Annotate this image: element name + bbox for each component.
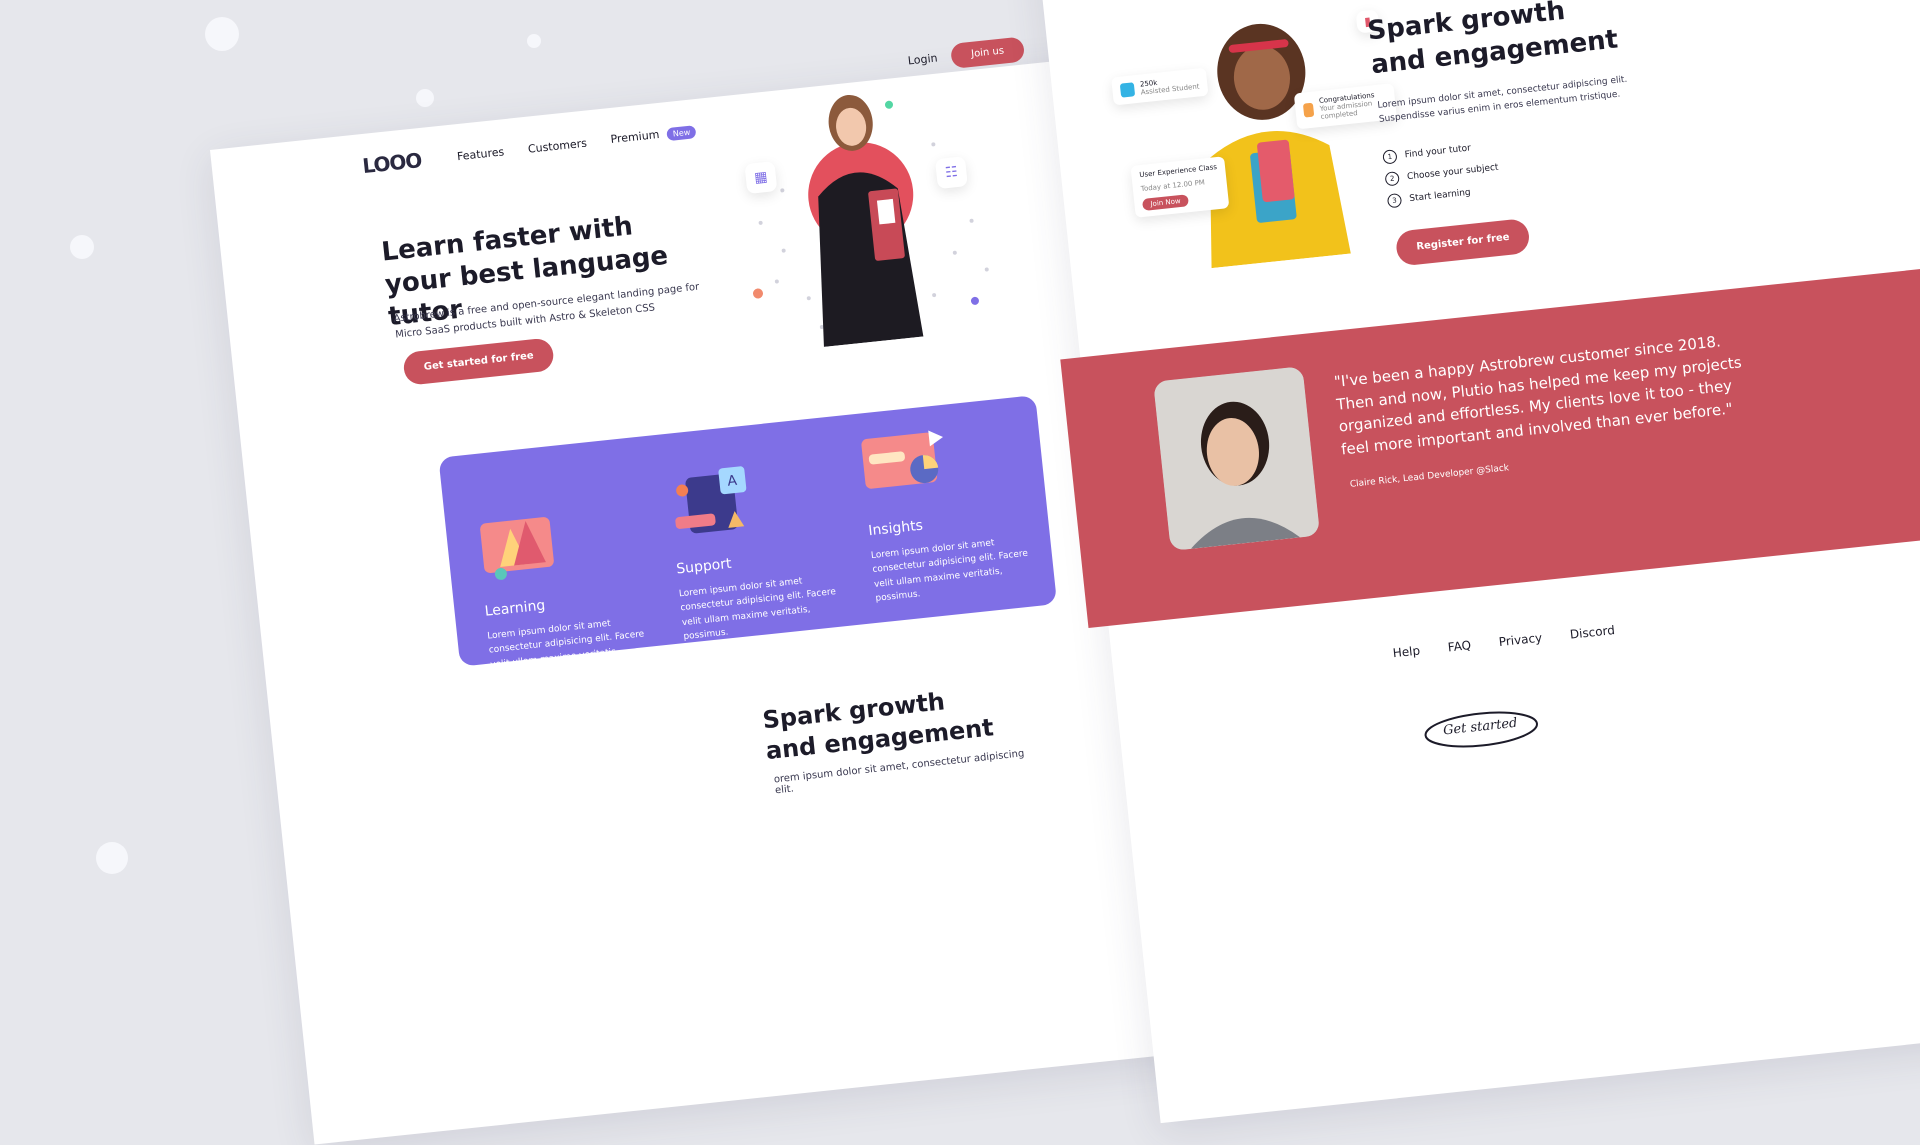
nav-features[interactable]: Features [456, 145, 504, 163]
feature-insights: Insights Lorem ipsum dolor sit amet cons… [858, 416, 1045, 606]
testimonial-author: Claire Rick, Lead Developer @Slack [1349, 463, 1510, 490]
join-button[interactable]: Join us [950, 36, 1026, 69]
decor-dot [416, 89, 434, 107]
step-number: 2 [1384, 171, 1400, 187]
footer-links: Help FAQ Privacy Discord [1392, 623, 1615, 660]
spark-description: Lorem ipsum dolor sit amet, consectetur … [1376, 74, 1628, 126]
spark-title: Spark growth and engagement [1366, 0, 1620, 81]
decor-dot [205, 17, 239, 51]
login-link[interactable]: Login [907, 51, 938, 67]
feature-support: A Support Lorem ipsum dolor sit amet con… [666, 454, 853, 644]
support-illustration: A [675, 466, 747, 534]
nav-premium[interactable]: Premium New [610, 124, 697, 147]
get-started-link[interactable]: Get started [1419, 701, 1543, 757]
feature-description: Lorem ipsum dolor sit amet consectetur a… [678, 576, 837, 643]
step-item: 2 Choose your subject [1384, 161, 1500, 187]
class-title: User Experience Class [1139, 163, 1218, 180]
get-started-button[interactable]: Get started for free [402, 337, 556, 386]
nav-customers[interactable]: Customers [527, 136, 587, 155]
customer-photo [1153, 366, 1321, 551]
footer-discord[interactable]: Discord [1569, 623, 1615, 642]
step-label: Start learning [1408, 187, 1472, 205]
learning-illustration [480, 517, 554, 580]
decor-dot [96, 842, 128, 874]
landing-page-right: 250k Assisted Student Congratulations Yo… [1030, 0, 1920, 1124]
top-nav: LOOO Features Customers Premium New [361, 119, 697, 178]
step-label: Find your tutor [1404, 143, 1472, 161]
class-time: Today at 12.00 PM [1140, 178, 1206, 194]
feature-description: Lorem ipsum dolor sit amet consectetur a… [870, 538, 1029, 605]
grid-icon: ☷ [934, 156, 968, 190]
step-label: Choose your subject [1406, 162, 1499, 183]
features-panel: Learning Lorem ipsum dolor sit amet cons… [438, 395, 1058, 685]
spark-illustration: 250k Assisted Student Congratulations Yo… [1111, 0, 1411, 274]
nav-actions: Login Join us [907, 36, 1026, 73]
nav-premium-label: Premium [609, 127, 660, 147]
new-badge: New [666, 125, 697, 142]
testimonial-avatar [1153, 366, 1321, 551]
register-button[interactable]: Register for free [1394, 217, 1532, 267]
mail-icon [1302, 102, 1315, 118]
layout-icon: ▦ [744, 161, 778, 195]
class-card: User Experience Class Today at 12.00 PM … [1130, 156, 1230, 218]
logo[interactable]: LOOO [361, 148, 422, 178]
decor-dot [527, 34, 541, 48]
hero-illustration: ▦ ☷ [728, 78, 1013, 354]
testimonial-section: "I've been a happy Astrobrew customer si… [1060, 244, 1920, 628]
step-number: 3 [1386, 192, 1403, 209]
footer-faq[interactable]: FAQ [1447, 638, 1472, 654]
decor-dot [70, 235, 94, 259]
svg-text:A: A [727, 473, 739, 490]
feature-learning: Learning Lorem ipsum dolor sit amet cons… [475, 497, 662, 687]
footer-privacy[interactable]: Privacy [1498, 631, 1543, 649]
testimonial-quote: "I've been a happy Astrobrew customer si… [1333, 332, 1743, 459]
insights-illustration [861, 430, 944, 489]
footer-help[interactable]: Help [1392, 643, 1421, 660]
step-item: 3 Start learning [1386, 183, 1502, 209]
step-number: 1 [1382, 149, 1398, 165]
join-now-button[interactable]: Join Now [1141, 194, 1190, 211]
feature-description: Lorem ipsum dolor sit amet consectetur a… [486, 618, 645, 685]
steps-list: 1 Find your tutor 2 Choose your subject … [1382, 139, 1502, 217]
stat-icon [1119, 82, 1136, 98]
student-photo [1210, 23, 1351, 269]
